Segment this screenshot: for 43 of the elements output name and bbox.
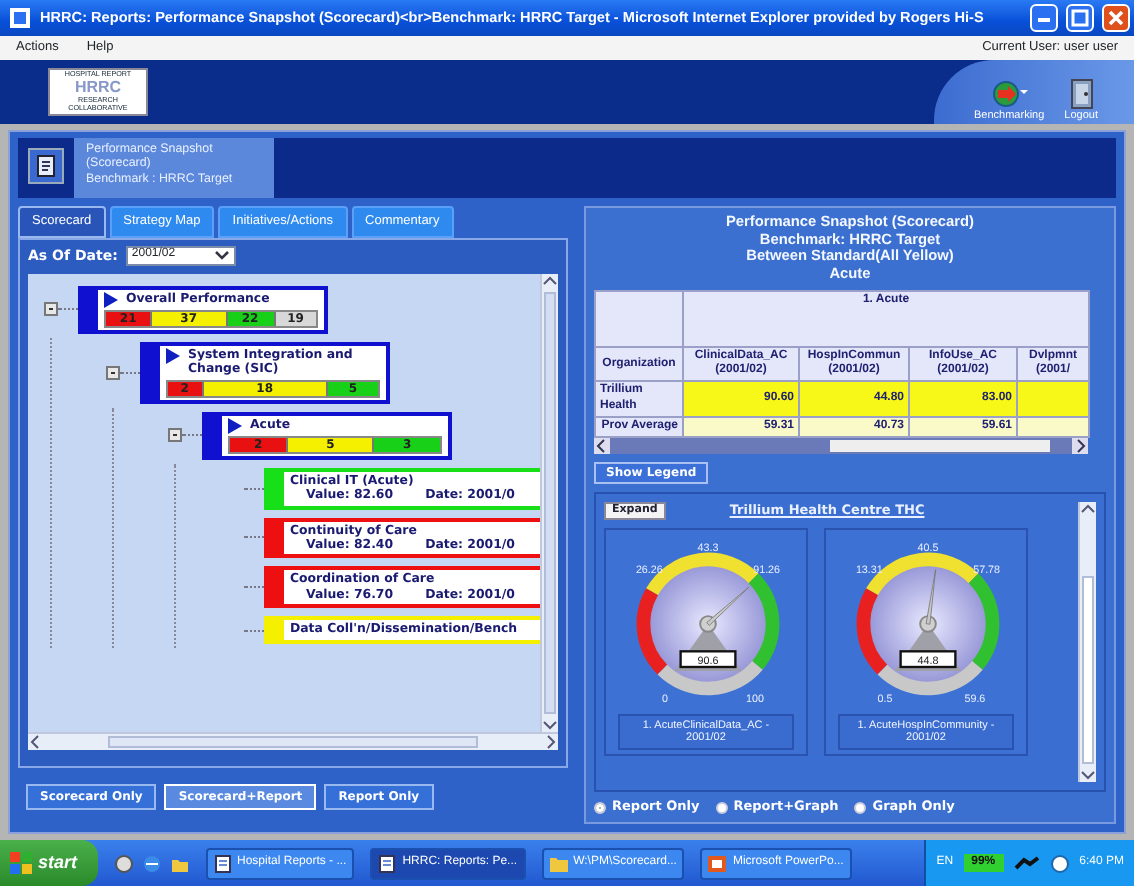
scroll-down-icon[interactable] <box>542 717 558 732</box>
maximize-button[interactable] <box>1066 4 1094 32</box>
tree-toggle-icon[interactable] <box>106 365 120 380</box>
maximize-icon <box>1068 6 1092 30</box>
gauge-dial-drawing <box>636 552 780 695</box>
tray-app-icon[interactable] <box>1013 853 1040 873</box>
folder-icon <box>549 853 568 873</box>
start-button[interactable]: start <box>0 840 98 886</box>
minimize-icon <box>1038 18 1050 22</box>
windows-logo-icon <box>10 852 32 874</box>
scroll-up-icon[interactable] <box>542 273 558 288</box>
triangle-icon <box>228 417 242 434</box>
scroll-right-icon[interactable] <box>1072 438 1088 454</box>
scroll-left-icon[interactable] <box>594 438 610 454</box>
triangle-icon <box>104 291 118 308</box>
tree-toggle-icon[interactable] <box>168 428 182 443</box>
radio-icon[interactable] <box>594 802 606 815</box>
triangle-icon <box>166 347 180 364</box>
needle <box>925 568 936 625</box>
close-icon <box>1104 6 1128 30</box>
close-button[interactable] <box>1102 4 1130 32</box>
scroll-up-icon[interactable] <box>1080 502 1096 517</box>
minimize-button[interactable] <box>1030 4 1058 32</box>
scroll-down-icon[interactable] <box>1080 768 1096 783</box>
radio-icon[interactable] <box>715 802 728 815</box>
door-icon <box>1065 78 1098 111</box>
slides-icon <box>708 853 727 873</box>
scrollbar[interactable] <box>540 273 558 732</box>
gauge-dial-drawing <box>856 552 1000 695</box>
scrollbar[interactable] <box>1078 502 1096 783</box>
page-icon[interactable] <box>28 148 64 184</box>
tree-toggle-icon[interactable] <box>44 302 58 317</box>
dropdown-icon <box>213 248 230 263</box>
page-icon <box>213 853 232 873</box>
scrollbar[interactable] <box>594 438 1088 454</box>
scrollbar[interactable] <box>28 731 558 750</box>
needle <box>706 586 750 626</box>
radio-icon[interactable] <box>854 802 867 815</box>
scroll-left-icon[interactable] <box>28 733 44 750</box>
page-icon <box>378 853 397 873</box>
table-cell <box>595 291 683 348</box>
globe-icon <box>989 78 1030 111</box>
scroll-right-icon[interactable] <box>542 733 558 750</box>
